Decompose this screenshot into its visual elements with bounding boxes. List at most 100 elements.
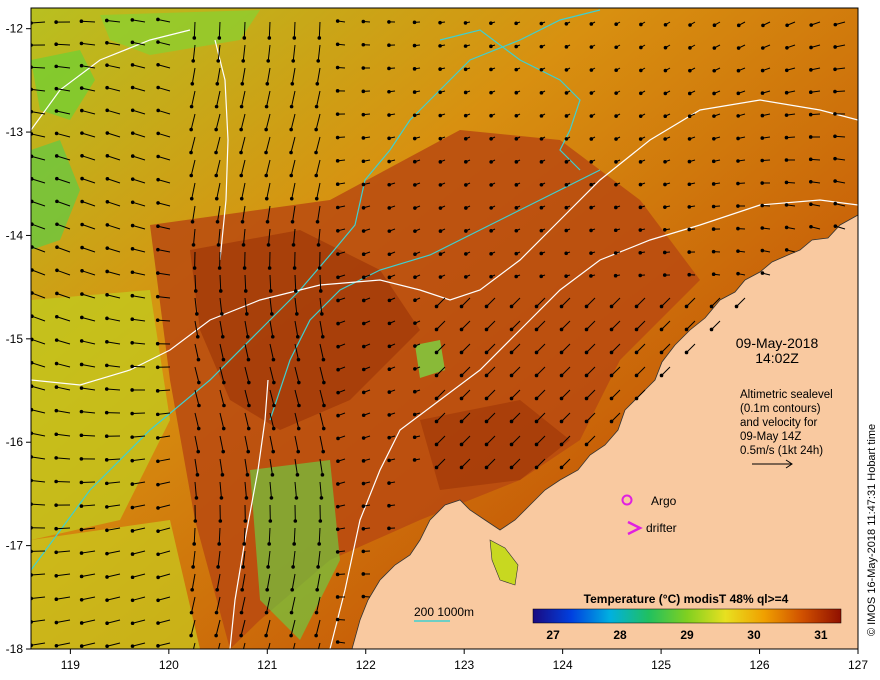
- velocity-arrowhead: [104, 458, 109, 462]
- velocity-arrowhead: [216, 59, 221, 63]
- velocity-arrowhead: [314, 196, 319, 201]
- velocity-arrowhead: [105, 575, 109, 579]
- date-label: 09-May-2018: [736, 335, 819, 351]
- velocity-arrowhead: [736, 46, 741, 50]
- velocity-arrowhead: [322, 403, 326, 408]
- velocity-arrowhead: [294, 496, 299, 500]
- velocity-arrowhead: [54, 620, 59, 625]
- velocity-arrowhead: [412, 458, 417, 462]
- velocity-arrowhead: [130, 505, 135, 510]
- lat-tick-label: -18: [6, 642, 24, 656]
- lon-tick-label: 127: [848, 658, 868, 672]
- velocity-arrowhead: [534, 442, 539, 447]
- velocity-arrowhead: [361, 112, 366, 117]
- velocity-arrowhead: [130, 85, 135, 90]
- velocity-arrowhead: [79, 41, 84, 46]
- velocity-arrowhead: [459, 419, 464, 424]
- velocity-arrowhead: [361, 504, 366, 508]
- velocity-vector: [218, 21, 221, 39]
- velocity-arrowhead: [105, 131, 110, 135]
- velocity-arrowhead: [638, 182, 643, 187]
- velocity-arrowhead: [266, 59, 271, 63]
- velocity-arrowhead: [489, 206, 493, 210]
- velocity-arrowhead: [79, 597, 84, 602]
- lon-tick-label: 121: [257, 658, 277, 672]
- velocity-arrowhead: [589, 251, 593, 255]
- velocity-arrowhead: [687, 227, 692, 232]
- velocity-arrowhead: [105, 528, 109, 533]
- velocity-arrowhead: [784, 203, 789, 207]
- velocity-arrowhead: [289, 173, 294, 178]
- velocity-arrowhead: [314, 127, 318, 132]
- velocity-arrowhead: [387, 344, 392, 349]
- velocity-arrowhead: [105, 200, 110, 204]
- velocity-arrowhead: [438, 67, 442, 71]
- velocity-arrowhead: [534, 304, 539, 309]
- velocity-arrowhead: [760, 271, 765, 275]
- velocity-arrowhead: [54, 526, 58, 531]
- velocity-arrowhead: [335, 112, 340, 116]
- velocity-arrowhead: [609, 304, 614, 309]
- velocity-arrowhead: [387, 481, 391, 485]
- velocity-arrowhead: [316, 59, 321, 63]
- velocity-arrowhead: [559, 327, 564, 332]
- velocity-arrowhead: [663, 68, 668, 73]
- velocity-arrowhead: [268, 289, 273, 293]
- velocity-arrowhead: [130, 364, 134, 369]
- velocity-arrowhead: [291, 243, 296, 247]
- velocity-arrowhead: [784, 135, 789, 140]
- velocity-arrowhead: [336, 275, 340, 280]
- velocity-arrowhead: [79, 19, 84, 23]
- velocity-arrowhead: [589, 91, 594, 95]
- velocity-arrowhead: [564, 274, 568, 278]
- velocity-arrowhead: [156, 436, 160, 440]
- velocity-vector: [132, 412, 146, 415]
- velocity-arrowhead: [192, 542, 196, 546]
- velocity-arrowhead: [808, 157, 813, 162]
- velocity-arrowhead: [130, 200, 135, 205]
- velocity-arrowhead: [361, 42, 366, 47]
- velocity-arrowhead: [534, 396, 539, 401]
- velocity-arrowhead: [314, 633, 318, 638]
- velocity-arrowhead: [459, 373, 464, 378]
- velocity-arrowhead: [335, 640, 340, 644]
- velocity-arrowhead: [246, 449, 251, 454]
- velocity-arrowhead: [688, 23, 692, 27]
- velocity-arrowhead: [736, 159, 740, 163]
- velocity-arrowhead: [335, 19, 340, 23]
- velocity-arrowhead: [295, 473, 300, 477]
- velocity-arrowhead: [292, 36, 297, 40]
- velocity-arrowhead: [335, 159, 340, 163]
- velocity-arrowhead: [361, 159, 366, 164]
- velocity-arrowhead: [292, 542, 296, 546]
- velocity-arrowhead: [156, 529, 160, 533]
- velocity-arrowhead: [584, 373, 589, 378]
- velocity-arrowhead: [54, 573, 59, 578]
- velocity-arrowhead: [808, 135, 813, 139]
- velocity-arrowhead: [189, 633, 193, 638]
- velocity-arrowhead: [270, 473, 275, 477]
- velocity-arrowhead: [639, 91, 643, 96]
- velocity-arrowhead: [55, 245, 59, 250]
- velocity-arrowhead: [387, 321, 392, 326]
- velocity-arrowhead: [784, 113, 789, 117]
- velocity-arrowhead: [687, 272, 692, 277]
- velocity-arrowhead: [54, 408, 59, 413]
- velocity-arrowhead: [589, 182, 593, 187]
- velocity-arrowhead: [509, 465, 514, 470]
- velocity-arrowhead: [387, 20, 391, 24]
- lat-tick-label: -15: [6, 332, 24, 346]
- velocity-arrowhead: [361, 594, 366, 599]
- velocity-arrowhead: [296, 449, 301, 454]
- velocity-arrowhead: [484, 419, 489, 424]
- velocity-arrowhead: [240, 587, 244, 592]
- velocity-arrowhead: [315, 81, 320, 86]
- velocity-arrowhead: [105, 154, 110, 158]
- velocity-arrowhead: [564, 228, 569, 233]
- velocity-arrowhead: [509, 327, 514, 332]
- velocity-arrowhead: [438, 160, 443, 164]
- velocity-arrowhead: [335, 135, 340, 140]
- velocity-arrowhead: [712, 136, 716, 141]
- velocity-arrowhead: [639, 22, 643, 27]
- velocity-arrowhead: [289, 196, 294, 201]
